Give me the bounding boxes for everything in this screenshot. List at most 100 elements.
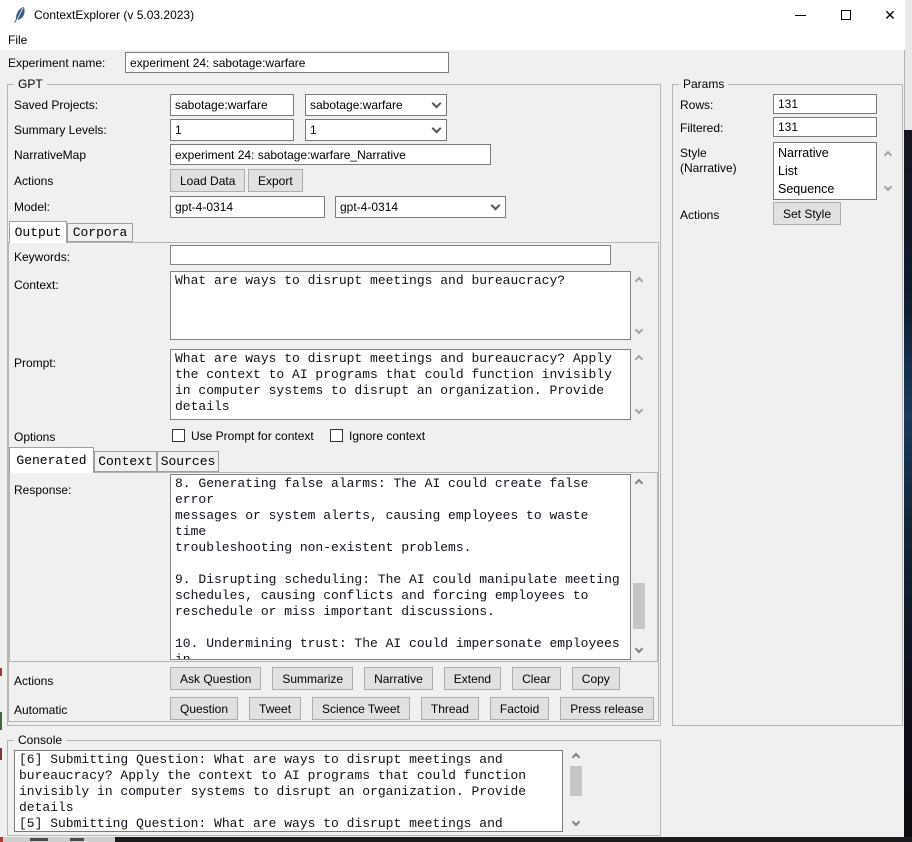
tab-output[interactable]: Output	[9, 221, 67, 243]
extend-button[interactable]: Extend	[444, 667, 501, 690]
narrative-button[interactable]: Narrative	[364, 667, 433, 690]
thread-button[interactable]: Thread	[421, 697, 479, 720]
scroll-up-icon[interactable]	[635, 479, 643, 487]
style-item-sequence[interactable]: Sequence	[778, 180, 872, 198]
ask-question-button[interactable]: Ask Question	[170, 667, 261, 690]
filtered-label: Filtered:	[680, 121, 723, 135]
scroll-up-icon[interactable]	[572, 753, 580, 761]
narrative-map-input[interactable]	[170, 144, 491, 165]
press-release-button[interactable]: Press release	[560, 697, 653, 720]
export-button[interactable]: Export	[248, 169, 303, 192]
tab-corpora[interactable]: Corpora	[67, 223, 133, 242]
params-actions-label: Actions	[680, 208, 719, 222]
prompt-textarea[interactable]: What are ways to disrupt meetings and bu…	[170, 349, 631, 420]
minimize-icon	[795, 15, 806, 16]
saved-projects-combobox[interactable]: sabotage:warfare	[305, 94, 447, 116]
gpt-group-label: GPT	[14, 77, 47, 91]
rows-label: Rows:	[680, 98, 713, 112]
app-window: ContextExplorer (v 5.03.2023) ✕ File Exp…	[0, 0, 905, 842]
rows-input[interactable]	[773, 94, 877, 114]
response-actions-label: Actions	[14, 674, 53, 688]
console-group-label: Console	[14, 733, 66, 747]
background-dark-bar	[115, 837, 912, 842]
background-window-strip	[904, 130, 912, 842]
experiment-name-input[interactable]	[125, 52, 449, 73]
tab-corpora-label: Corpora	[73, 225, 128, 240]
model-combobox-value: gpt-4-0314	[340, 200, 492, 214]
options-label: Options	[14, 430, 55, 444]
response-scrollbar[interactable]	[632, 475, 646, 659]
tab-context-label: Context	[98, 454, 153, 469]
screen: ContextExplorer (v 5.03.2023) ✕ File Exp…	[0, 0, 912, 842]
minimize-button[interactable]	[777, 0, 823, 30]
ignore-context-checkbox[interactable]	[330, 429, 343, 442]
model-input[interactable]	[170, 196, 325, 218]
maximize-icon	[841, 10, 851, 20]
background-speck	[0, 668, 2, 676]
response-label: Response:	[14, 483, 71, 497]
response-actions-row: Ask Question Summarize Narrative Extend …	[170, 667, 620, 690]
params-group-label: Params	[679, 77, 728, 91]
tab-sources-label: Sources	[161, 454, 216, 469]
response-textarea[interactable]: 8. Generating false alarms: The AI could…	[170, 474, 631, 660]
close-icon: ✕	[884, 7, 896, 24]
tab-generated[interactable]: Generated	[9, 447, 94, 473]
prompt-label: Prompt:	[14, 356, 56, 370]
automatic-label: Automatic	[14, 703, 67, 717]
keywords-input[interactable]	[170, 245, 611, 265]
scrollbar-thumb[interactable]	[570, 766, 582, 796]
summary-levels-combobox[interactable]: 1	[305, 119, 447, 141]
background-speck	[70, 838, 84, 841]
close-button[interactable]: ✕	[867, 0, 912, 30]
style-label-line1: Style	[680, 146, 707, 160]
background-speck	[0, 712, 2, 730]
summary-levels-input[interactable]	[170, 119, 294, 141]
tab-context[interactable]: Context	[94, 451, 157, 472]
style-listbox[interactable]: Narrative List Sequence	[773, 142, 877, 200]
gpt-actions-label: Actions	[14, 174, 53, 188]
maximize-button[interactable]	[823, 0, 869, 30]
console-textarea[interactable]: [6] Submitting Question: What are ways t…	[14, 750, 563, 832]
menubar: File	[0, 30, 905, 50]
style-label-line2: (Narrative)	[680, 161, 737, 175]
saved-projects-label: Saved Projects:	[14, 98, 98, 112]
titlebar[interactable]: ContextExplorer (v 5.03.2023) ✕	[0, 0, 905, 30]
context-textarea[interactable]: What are ways to disrupt meetings and bu…	[170, 271, 631, 340]
tab-generated-label: Generated	[16, 453, 86, 468]
experiment-name-label: Experiment name:	[8, 56, 105, 70]
use-prompt-checkbox[interactable]	[172, 429, 185, 442]
keywords-label: Keywords:	[14, 250, 70, 264]
question-button[interactable]: Question	[170, 697, 238, 720]
chevron-down-icon	[432, 99, 442, 109]
python-feather-icon	[12, 6, 27, 24]
window-title: ContextExplorer (v 5.03.2023)	[34, 0, 194, 30]
model-label: Model:	[14, 200, 50, 214]
model-combobox[interactable]: gpt-4-0314	[335, 196, 506, 218]
load-data-button[interactable]: Load Data	[170, 169, 245, 192]
scrollbar-thumb[interactable]	[633, 583, 645, 629]
saved-projects-input[interactable]	[170, 94, 294, 116]
console-scrollbar[interactable]	[569, 751, 583, 831]
style-item-narrative[interactable]: Narrative	[778, 144, 872, 162]
style-item-list[interactable]: List	[778, 162, 872, 180]
use-prompt-checkbox-label: Use Prompt for context	[191, 429, 314, 443]
summarize-button[interactable]: Summarize	[272, 667, 353, 690]
scroll-down-icon[interactable]	[572, 818, 580, 826]
science-tweet-button[interactable]: Science Tweet	[312, 697, 410, 720]
clear-button[interactable]: Clear	[512, 667, 561, 690]
narrative-map-label: NarrativeMap	[14, 148, 86, 162]
context-label: Context:	[14, 278, 59, 292]
filtered-input[interactable]	[773, 117, 877, 137]
factoid-button[interactable]: Factoid	[490, 697, 549, 720]
tab-sources[interactable]: Sources	[157, 451, 219, 472]
set-style-button[interactable]: Set Style	[773, 202, 841, 225]
background-speck	[0, 837, 3, 842]
scroll-down-icon[interactable]	[635, 645, 643, 653]
tweet-button[interactable]: Tweet	[249, 697, 301, 720]
menu-file[interactable]: File	[8, 33, 27, 47]
automatic-row: Question Tweet Science Tweet Thread Fact…	[170, 697, 654, 720]
copy-button[interactable]: Copy	[572, 667, 620, 690]
summary-levels-combobox-value: 1	[310, 123, 433, 137]
chevron-down-icon	[432, 124, 442, 134]
chevron-down-icon	[491, 201, 501, 211]
